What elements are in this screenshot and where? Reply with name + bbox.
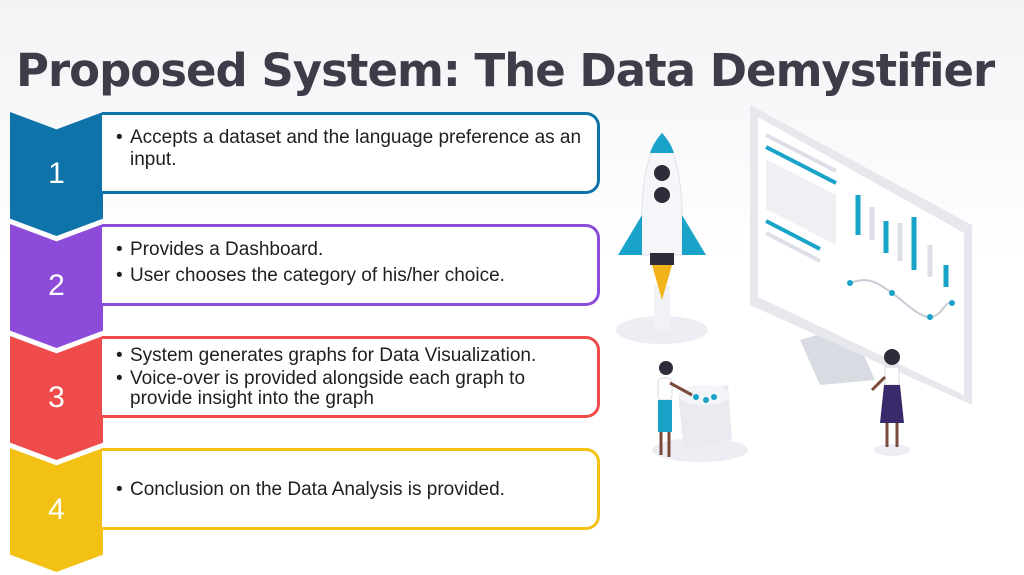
- rocket-icon: [616, 132, 708, 344]
- step-1-bullet-1: Accepts a dataset and the language prefe…: [116, 127, 585, 171]
- monitor-dashboard-icon: [750, 105, 972, 405]
- step-1: 1 Accepts a dataset and the language pre…: [10, 112, 604, 236]
- person-pressing-button-icon: [652, 361, 748, 462]
- step-4-card: Conclusion on the Data Analysis is provi…: [102, 448, 600, 530]
- step-2-bullet-1: Provides a Dashboard.: [116, 239, 585, 261]
- illustration: [616, 105, 972, 462]
- step-3: 3 System generates graphs for Data Visua…: [10, 336, 604, 460]
- step-3-card: System generates graphs for Data Visuali…: [102, 336, 600, 418]
- step-4-number: 4: [48, 493, 65, 526]
- step-1-card: Accepts a dataset and the language prefe…: [102, 112, 600, 194]
- step-3-bullet-2: Voice-over is provided alongside each gr…: [116, 369, 585, 409]
- step-4: 4 Conclusion on the Data Analysis is pro…: [10, 448, 604, 572]
- step-2-card: Provides a Dashboard. User chooses the c…: [102, 224, 600, 306]
- slide-title: Proposed System: The Data Demystifier: [16, 44, 995, 97]
- step-3-bullet-1: System generates graphs for Data Visuali…: [116, 345, 585, 367]
- step-2-number: 2: [48, 269, 65, 302]
- step-2-bullet-2: User chooses the category of his/her cho…: [116, 265, 585, 287]
- step-4-bullet-1: Conclusion on the Data Analysis is provi…: [116, 479, 585, 501]
- step-2: 2 Provides a Dashboard. User chooses the…: [10, 224, 604, 348]
- step-3-number: 3: [48, 381, 65, 414]
- step-1-number: 1: [48, 157, 65, 190]
